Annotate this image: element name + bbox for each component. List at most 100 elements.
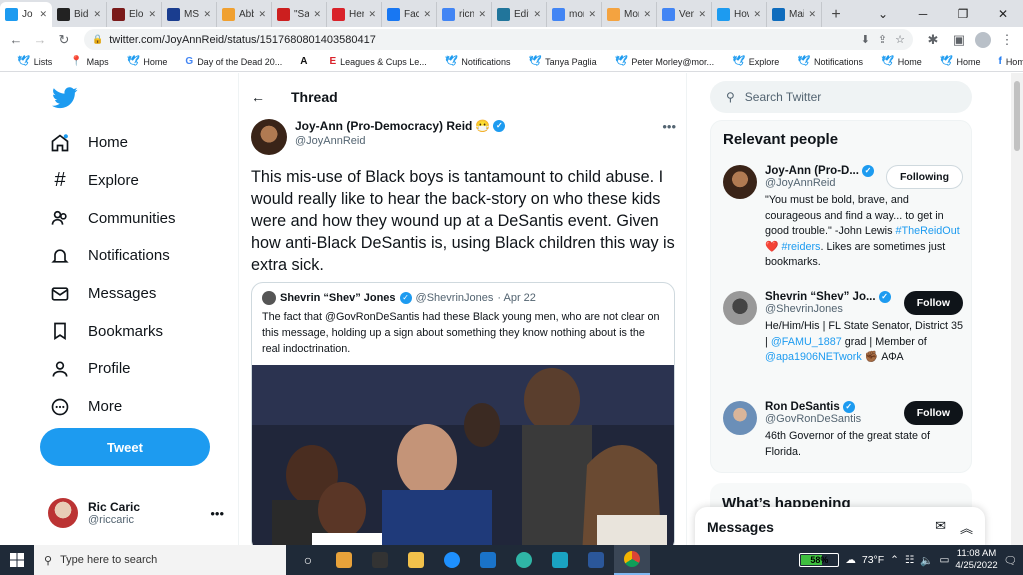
tray-overflow-icon[interactable]: ⌃: [890, 554, 899, 566]
windows-start-icon[interactable]: [0, 545, 34, 575]
bookmark-item[interactable]: 🕊 Notifications: [436, 56, 520, 67]
close-icon[interactable]: ✕: [983, 0, 1023, 27]
browser-tab[interactable]: Herbe ✕: [327, 2, 382, 27]
notifications-icon[interactable]: 🗨: [1004, 554, 1017, 567]
nav-item-communities[interactable]: Communities: [50, 199, 176, 237]
clock[interactable]: 11:08 AM 4/25/2022: [955, 548, 997, 572]
browser-tab[interactable]: Abbre ✕: [217, 2, 272, 27]
relevant-person[interactable]: Ron DeSantis ✓ @GovRonDeSantis Follow 46th G…: [723, 401, 963, 460]
menu-icon[interactable]: ⋮: [997, 30, 1017, 50]
nav-item-messages[interactable]: Messages: [50, 275, 176, 313]
taskbar-search-input[interactable]: ⚲ Type here to search: [34, 545, 286, 575]
livewriter-icon[interactable]: [542, 545, 578, 575]
avatar[interactable]: [723, 401, 757, 435]
back-arrow-icon[interactable]: ←: [251, 89, 265, 105]
scrollbar-thumb[interactable]: [1014, 81, 1020, 151]
tab-close-icon[interactable]: ✕: [753, 9, 761, 20]
nav-item-notifications[interactable]: Notifications: [50, 237, 176, 275]
relevant-person[interactable]: Shevrin “Shev” Jo... ✓ @ShevrinJones Follow…: [723, 291, 963, 366]
bookmark-item[interactable]: 🕊 Lists: [8, 56, 61, 67]
author-name-row[interactable]: Joy-Ann (Pro-Democracy) Reid 😷 ✓: [295, 119, 506, 133]
volume-icon[interactable]: 🔈: [920, 554, 933, 567]
cortana-icon[interactable]: [434, 545, 470, 575]
more-icon[interactable]: •••: [210, 506, 224, 521]
nav-item-explore[interactable]: # Explore: [50, 162, 176, 200]
weather-temp[interactable]: 73°F: [862, 554, 884, 566]
bookmark-item[interactable]: 📍 Maps: [61, 56, 117, 67]
browser-tab[interactable]: How t ✕: [712, 2, 767, 27]
side-panel-icon[interactable]: ▣: [949, 30, 969, 50]
tab-close-icon[interactable]: ✕: [533, 9, 541, 20]
extensions-icon[interactable]: ✱: [923, 30, 943, 50]
restore-icon[interactable]: ❐: [943, 0, 983, 27]
file-explorer-icon[interactable]: [398, 545, 434, 575]
tab-close-icon[interactable]: ✕: [368, 9, 376, 20]
mail-icon[interactable]: [470, 545, 506, 575]
tab-close-icon[interactable]: ✕: [313, 9, 321, 20]
relevant-person[interactable]: Joy-Ann (Pro-D... ✓ @JoyAnnReid Following "Y…: [723, 165, 963, 271]
share-icon[interactable]: ⇪: [878, 33, 887, 46]
follow-button[interactable]: Follow: [903, 401, 963, 425]
browser-tab[interactable]: Mont ✕: [602, 2, 657, 27]
tweet-button[interactable]: Tweet: [40, 428, 210, 466]
expand-icon[interactable]: ︽: [960, 518, 973, 537]
tab-close-icon[interactable]: ✕: [588, 9, 596, 20]
browser-tab[interactable]: Biden ✕: [52, 2, 107, 27]
quoted-tweet[interactable]: Shevrin “Shev” Jones ✓ @ShevrinJones · A…: [251, 282, 675, 545]
nav-item-profile[interactable]: Profile: [50, 350, 176, 388]
bookmark-item[interactable]: 🕊 Notifications: [788, 56, 872, 67]
bookmark-item[interactable]: 🕊 Home: [118, 56, 177, 67]
browser-tab[interactable]: mont ✕: [547, 2, 602, 27]
bookmark-item[interactable]: 🕊 Explore: [723, 56, 788, 67]
forward-icon[interactable]: →: [30, 30, 50, 50]
browser-tab[interactable]: Mail - ✕: [767, 2, 822, 27]
word-icon[interactable]: [578, 545, 614, 575]
nav-item-bookmarks[interactable]: Bookmarks: [50, 312, 176, 350]
bio-link[interactable]: #reiders: [781, 241, 820, 253]
back-icon[interactable]: ←: [6, 30, 26, 50]
tab-close-icon[interactable]: ✕: [148, 9, 156, 20]
follow-button[interactable]: Follow: [903, 291, 963, 315]
reload-icon[interactable]: ↻: [54, 30, 74, 50]
bio-link[interactable]: @apa1906NETwork: [765, 351, 862, 363]
bookmark-item[interactable]: 🕊 Tanya Paglia: [519, 56, 605, 67]
avatar[interactable]: [723, 165, 757, 199]
browser-tab[interactable]: Edit P ✕: [492, 2, 547, 27]
edge-icon[interactable]: [506, 545, 542, 575]
tab-close-icon[interactable]: ✕: [643, 9, 651, 20]
browser-tab[interactable]: Venic ✕: [657, 2, 712, 27]
battery-indicator[interactable]: 58%: [799, 553, 840, 567]
nav-item-home[interactable]: Home: [50, 124, 176, 162]
browser-tab[interactable]: Jo ✕: [0, 2, 52, 27]
tab-close-icon[interactable]: ✕: [423, 9, 431, 20]
bio-link[interactable]: @FAMU_1887: [771, 336, 842, 348]
address-bar[interactable]: 🔒 twitter.com/JoyAnnReid/status/15176808…: [84, 29, 913, 50]
quoted-tweet-photo[interactable]: [252, 365, 674, 545]
messages-drawer[interactable]: Messages ✉ ︽: [695, 507, 985, 545]
task-view-icon[interactable]: ○: [290, 545, 326, 575]
new-message-icon[interactable]: ✉: [935, 518, 946, 537]
chrome-icon[interactable]: [614, 545, 650, 575]
bio-link[interactable]: #TheReidOut: [895, 225, 959, 237]
photo-app-icon[interactable]: [326, 545, 362, 575]
avatar[interactable]: [723, 291, 757, 325]
following-button[interactable]: Following: [886, 165, 963, 189]
tab-close-icon[interactable]: ✕: [203, 9, 211, 20]
star-icon[interactable]: ☆: [895, 33, 905, 46]
page-scrollbar[interactable]: [1011, 73, 1023, 545]
browser-tab[interactable]: Faceb ✕: [382, 2, 437, 27]
tab-close-icon[interactable]: ✕: [808, 9, 816, 20]
snagit-icon[interactable]: [362, 545, 398, 575]
bookmark-item[interactable]: G Day of the Dead 20...: [176, 56, 291, 67]
minimize-icon[interactable]: ─: [903, 0, 943, 27]
browser-tab[interactable]: MSNE ✕: [162, 2, 217, 27]
bookmark-item[interactable]: A: [291, 56, 320, 67]
browser-tab[interactable]: ricnca ✕: [437, 2, 492, 27]
keyboard-icon[interactable]: ▭: [939, 554, 949, 566]
tab-search-icon[interactable]: ⌄: [863, 0, 903, 27]
tab-close-icon[interactable]: ✕: [39, 9, 47, 20]
install-icon[interactable]: ⬇: [861, 33, 870, 46]
browser-tab[interactable]: Elon M ✕: [107, 2, 162, 27]
new-tab-button[interactable]: +: [822, 2, 850, 27]
tab-close-icon[interactable]: ✕: [478, 9, 486, 20]
